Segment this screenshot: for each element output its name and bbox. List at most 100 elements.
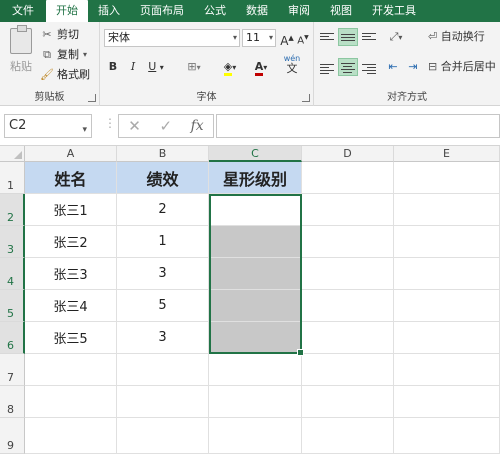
- cell-c1[interactable]: 星形级别: [209, 162, 302, 194]
- tab-review[interactable]: 审阅: [278, 0, 320, 22]
- row-header-6[interactable]: 6: [0, 322, 25, 354]
- cell-a5[interactable]: 张三4: [25, 290, 117, 322]
- cell-e2[interactable]: [394, 194, 500, 226]
- formula-bar-separator-icon[interactable]: ⋮: [104, 116, 116, 130]
- wrap-text-button[interactable]: ⏎ 自动换行: [428, 28, 498, 46]
- row-header-5[interactable]: 5: [0, 290, 25, 322]
- paste-button[interactable]: 粘贴: [6, 25, 36, 84]
- tab-data[interactable]: 数据: [236, 0, 278, 22]
- cell-b7[interactable]: [117, 354, 209, 386]
- italic-button[interactable]: I: [126, 58, 140, 76]
- cut-button[interactable]: ✂ 剪切: [40, 26, 79, 44]
- insert-function-icon[interactable]: fx: [191, 118, 204, 134]
- font-size-select[interactable]: 11 ▾: [242, 29, 276, 47]
- underline-button[interactable]: U ▾: [144, 58, 168, 76]
- format-painter-button[interactable]: 🖌 格式刷: [40, 66, 90, 84]
- clipboard-launcher-icon[interactable]: [88, 94, 96, 102]
- row-header-9[interactable]: 9: [0, 418, 25, 454]
- align-bottom-icon[interactable]: [362, 31, 376, 42]
- cell-d2[interactable]: [302, 194, 394, 226]
- cell-d4[interactable]: [302, 258, 394, 290]
- cell-e9[interactable]: [394, 418, 500, 454]
- tab-developer[interactable]: 开发工具: [362, 0, 426, 22]
- cell-e8[interactable]: [394, 386, 500, 418]
- orientation-button[interactable]: ⤢▾: [384, 28, 408, 46]
- tab-page-layout[interactable]: 页面布局: [130, 0, 194, 22]
- column-header-a[interactable]: A: [25, 146, 117, 162]
- cell-c4[interactable]: [209, 258, 302, 290]
- cell-d3[interactable]: [302, 226, 394, 258]
- cell-a6[interactable]: 张三5: [25, 322, 117, 354]
- row-header-4[interactable]: 4: [0, 258, 25, 290]
- tab-home[interactable]: 开始: [46, 0, 88, 22]
- cell-c9[interactable]: [209, 418, 302, 454]
- cell-d5[interactable]: [302, 290, 394, 322]
- cell-c5[interactable]: [209, 290, 302, 322]
- cell-e4[interactable]: [394, 258, 500, 290]
- cell-b1[interactable]: 绩效: [117, 162, 209, 194]
- cell-b4[interactable]: 3: [117, 258, 209, 290]
- grow-font-button[interactable]: A▲: [280, 29, 294, 48]
- cell-c3[interactable]: [209, 226, 302, 258]
- cell-b3[interactable]: 1: [117, 226, 209, 258]
- cell-a2[interactable]: 张三1: [25, 194, 117, 226]
- cell-e6[interactable]: [394, 322, 500, 354]
- align-right-icon[interactable]: [362, 62, 376, 76]
- cell-a4[interactable]: 张三3: [25, 258, 117, 290]
- font-name-select[interactable]: 宋体 ▾: [104, 29, 240, 47]
- copy-button[interactable]: ⧉ 复制 ▾: [40, 46, 87, 64]
- phonetic-button[interactable]: wén 文: [280, 54, 304, 74]
- cell-a1[interactable]: 姓名: [25, 162, 117, 194]
- cell-d7[interactable]: [302, 354, 394, 386]
- column-header-c[interactable]: C: [209, 146, 302, 162]
- name-box[interactable]: C2 ▾: [4, 114, 92, 138]
- cell-d9[interactable]: [302, 418, 394, 454]
- enter-icon[interactable]: ✓: [159, 117, 172, 135]
- cell-c7[interactable]: [209, 354, 302, 386]
- merge-center-button[interactable]: ⊟ 合并后居中: [428, 58, 500, 76]
- column-header-e[interactable]: E: [394, 146, 500, 162]
- cell-d1[interactable]: [302, 162, 394, 194]
- row-header-7[interactable]: 7: [0, 354, 25, 386]
- fill-color-button[interactable]: ◈▾: [216, 58, 244, 76]
- borders-button[interactable]: ⊞▾: [180, 58, 208, 76]
- align-left-icon[interactable]: [320, 62, 334, 76]
- align-middle-button[interactable]: [338, 28, 358, 46]
- cell-c6[interactable]: [209, 322, 302, 354]
- cell-e5[interactable]: [394, 290, 500, 322]
- select-all-corner[interactable]: [0, 146, 25, 162]
- cell-e7[interactable]: [394, 354, 500, 386]
- row-header-2[interactable]: 2: [0, 194, 25, 226]
- cell-d8[interactable]: [302, 386, 394, 418]
- bold-button[interactable]: B: [106, 58, 120, 76]
- cell-e3[interactable]: [394, 226, 500, 258]
- cell-b9[interactable]: [117, 418, 209, 454]
- cell-b5[interactable]: 5: [117, 290, 209, 322]
- decrease-indent-button[interactable]: ⇤: [384, 58, 402, 76]
- column-header-d[interactable]: D: [302, 146, 394, 162]
- font-color-button[interactable]: A▾: [248, 58, 274, 76]
- increase-indent-button[interactable]: ⇥: [404, 58, 422, 76]
- cell-c8[interactable]: [209, 386, 302, 418]
- row-header-3[interactable]: 3: [0, 226, 25, 258]
- tab-formulas[interactable]: 公式: [194, 0, 236, 22]
- cell-a8[interactable]: [25, 386, 117, 418]
- cell-e1[interactable]: [394, 162, 500, 194]
- cell-b2[interactable]: 2: [117, 194, 209, 226]
- cell-c2[interactable]: [209, 194, 302, 226]
- tab-view[interactable]: 视图: [320, 0, 362, 22]
- row-header-1[interactable]: 1: [0, 162, 25, 194]
- cell-a7[interactable]: [25, 354, 117, 386]
- shrink-font-button[interactable]: A▼: [296, 29, 310, 47]
- cell-a9[interactable]: [25, 418, 117, 454]
- row-header-8[interactable]: 8: [0, 386, 25, 418]
- tab-insert[interactable]: 插入: [88, 0, 130, 22]
- align-center-button[interactable]: [338, 58, 358, 76]
- column-header-b[interactable]: B: [117, 146, 209, 162]
- cell-b6[interactable]: 3: [117, 322, 209, 354]
- cell-b8[interactable]: [117, 386, 209, 418]
- formula-input[interactable]: [216, 114, 500, 138]
- tab-file[interactable]: 文件: [0, 0, 46, 22]
- cell-a3[interactable]: 张三2: [25, 226, 117, 258]
- cancel-icon[interactable]: ✕: [128, 117, 141, 135]
